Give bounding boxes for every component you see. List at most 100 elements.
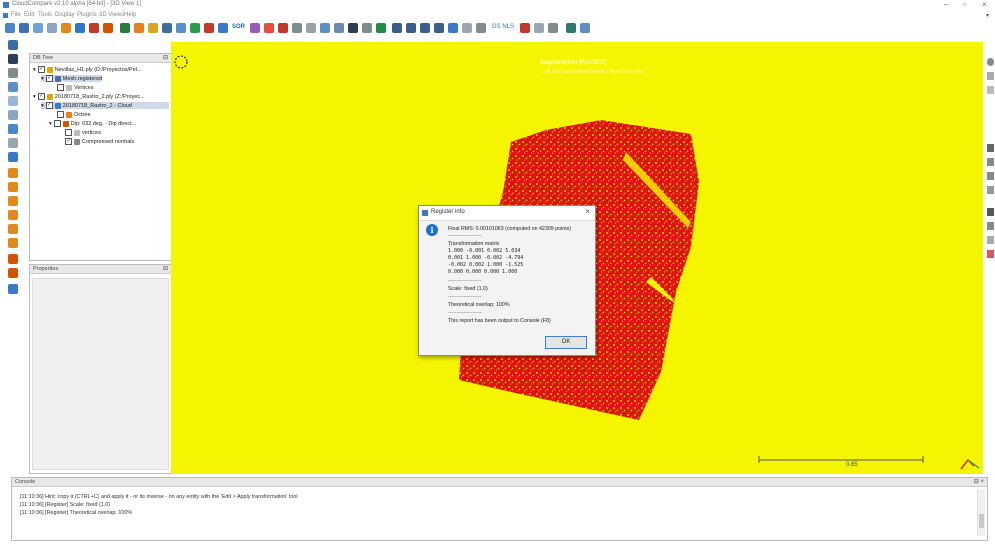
menu-edit[interactable]: Edit: [24, 12, 34, 18]
grid-icon[interactable]: [47, 23, 57, 33]
gs-nls-button[interactable]: GS NLS: [492, 24, 514, 30]
sor-filter-button[interactable]: SOR: [232, 24, 245, 30]
tree-item-cloud[interactable]: ▾ ✓ 20180718_Rastro_2 - Cloud: [41, 102, 169, 109]
console-scrollbar[interactable]: [977, 490, 985, 536]
sun-icon[interactable]: [8, 96, 18, 106]
checkbox-icon[interactable]: ✓: [37, 66, 45, 73]
outside-icon[interactable]: [987, 172, 994, 180]
inside-icon[interactable]: [987, 158, 994, 166]
plus-icon[interactable]: [264, 23, 274, 33]
back-view-icon[interactable]: [8, 182, 18, 192]
raster-icon[interactable]: [376, 23, 386, 33]
camera-icon[interactable]: [8, 54, 18, 64]
merge-icon[interactable]: [61, 23, 71, 33]
histogram-icon[interactable]: [292, 23, 302, 33]
menu-file[interactable]: File: [11, 12, 21, 18]
clone-icon[interactable]: [33, 23, 43, 33]
delete-icon[interactable]: [89, 23, 99, 33]
menu-3dviews[interactable]: 3D Views: [99, 12, 124, 18]
dialog-close-button[interactable]: ×: [585, 207, 590, 216]
subsample-icon[interactable]: [75, 23, 85, 33]
screen-icon[interactable]: [8, 40, 18, 50]
iso2-view-icon[interactable]: [8, 268, 18, 278]
top-view-icon[interactable]: [8, 224, 18, 234]
front-view-icon[interactable]: [8, 168, 18, 178]
console-close-icon[interactable]: ⊟ ×: [974, 478, 984, 486]
filter-icon[interactable]: [204, 23, 214, 33]
tree-item-vertices2[interactable]: vertices: [65, 129, 101, 136]
view-left-icon[interactable]: [420, 23, 430, 33]
bottom-view-icon[interactable]: [8, 238, 18, 248]
segment-icon[interactable]: [987, 58, 994, 66]
cube-icon[interactable]: [218, 23, 228, 33]
close-segment-icon[interactable]: [987, 250, 994, 258]
menu-plugins[interactable]: Plugins: [77, 12, 97, 18]
checkbox-icon[interactable]: [57, 84, 64, 91]
normal-icon[interactable]: [162, 23, 172, 33]
scrollbar-thumb[interactable]: [979, 514, 984, 528]
rotate-icon[interactable]: [8, 138, 18, 148]
register-icon[interactable]: [134, 23, 144, 33]
polygon-icon[interactable]: [987, 72, 994, 80]
left-view-icon[interactable]: [8, 196, 18, 206]
iso1-view-icon[interactable]: [8, 254, 18, 264]
compare-icon[interactable]: [566, 23, 576, 33]
menu-help[interactable]: Help: [124, 12, 136, 18]
globe-icon[interactable]: [476, 23, 486, 33]
checkbox-icon[interactable]: ✓: [65, 138, 72, 145]
label-icon[interactable]: [278, 23, 288, 33]
open-icon[interactable]: [5, 23, 15, 33]
zoom-icon[interactable]: [8, 152, 18, 162]
cancel-icon[interactable]: [987, 236, 994, 244]
restore-icon[interactable]: ▾: [986, 12, 989, 19]
plane-icon[interactable]: [320, 23, 330, 33]
scale-icon[interactable]: [534, 23, 544, 33]
octree-icon[interactable]: [176, 23, 186, 33]
checkbox-icon[interactable]: ✓: [37, 93, 45, 100]
pin-icon[interactable]: ⊟: [163, 265, 168, 273]
checkbox-icon[interactable]: ✓: [45, 75, 53, 82]
perspective-icon[interactable]: [8, 124, 18, 134]
measure-icon[interactable]: [548, 23, 558, 33]
view-right-icon[interactable]: [434, 23, 444, 33]
minimize-button[interactable]: –: [944, 0, 948, 9]
distance-icon[interactable]: [190, 23, 200, 33]
dots-icon[interactable]: [8, 284, 18, 294]
right-view-icon[interactable]: [8, 210, 18, 220]
add-icon[interactable]: [348, 23, 358, 33]
pin-icon[interactable]: ⊟: [163, 54, 168, 62]
rect-icon[interactable]: [987, 86, 994, 94]
view-front-icon[interactable]: [392, 23, 402, 33]
ok-button[interactable]: OK: [545, 336, 587, 349]
pointsize-icon[interactable]: [8, 68, 18, 78]
cross-icon[interactable]: [8, 82, 18, 92]
align-icon[interactable]: [120, 23, 130, 33]
tree-item-normals[interactable]: ✓ Compressed normals: [65, 138, 134, 145]
pause-icon[interactable]: [987, 144, 994, 152]
confirm-delete-icon[interactable]: [987, 222, 994, 230]
noise-icon[interactable]: [250, 23, 260, 33]
tree-item-mesh[interactable]: ▾ ✓ Mesh.registered: [41, 75, 103, 82]
view-back-icon[interactable]: [406, 23, 416, 33]
maximize-button[interactable]: ▫: [963, 0, 966, 9]
section-icon[interactable]: [306, 23, 316, 33]
tree-item-rastro-file[interactable]: ▾ ✓ 20180718_Rastro_2.ply (Z:/Proyec...: [33, 93, 145, 100]
checkbox-icon[interactable]: ✓: [45, 102, 53, 109]
arrows-icon[interactable]: [8, 110, 18, 120]
tree-item-dip[interactable]: ▾ Dip: 032 deg. - Dip direct...: [49, 120, 136, 127]
sphere-icon[interactable]: [334, 23, 344, 33]
menu-display[interactable]: Display: [55, 12, 75, 18]
checkbox-icon[interactable]: [57, 111, 64, 118]
checkbox-icon[interactable]: [65, 129, 72, 136]
confirm-icon[interactable]: [987, 208, 994, 216]
menu-tools[interactable]: Tools: [38, 12, 52, 18]
sample-icon[interactable]: [148, 23, 158, 33]
tree-item-nevillas[interactable]: ▾ ✓ Nevillas_H1.ply (D:/Proyectos/Pel...: [33, 66, 142, 73]
close-button[interactable]: ×: [982, 0, 987, 9]
view-iso-icon[interactable]: [462, 23, 472, 33]
tree-item-vertices[interactable]: Vertices: [57, 84, 94, 91]
translate-icon[interactable]: [103, 23, 113, 33]
checkbox-icon[interactable]: [53, 120, 61, 127]
export-icon[interactable]: [987, 186, 994, 194]
b-icon[interactable]: [520, 23, 530, 33]
